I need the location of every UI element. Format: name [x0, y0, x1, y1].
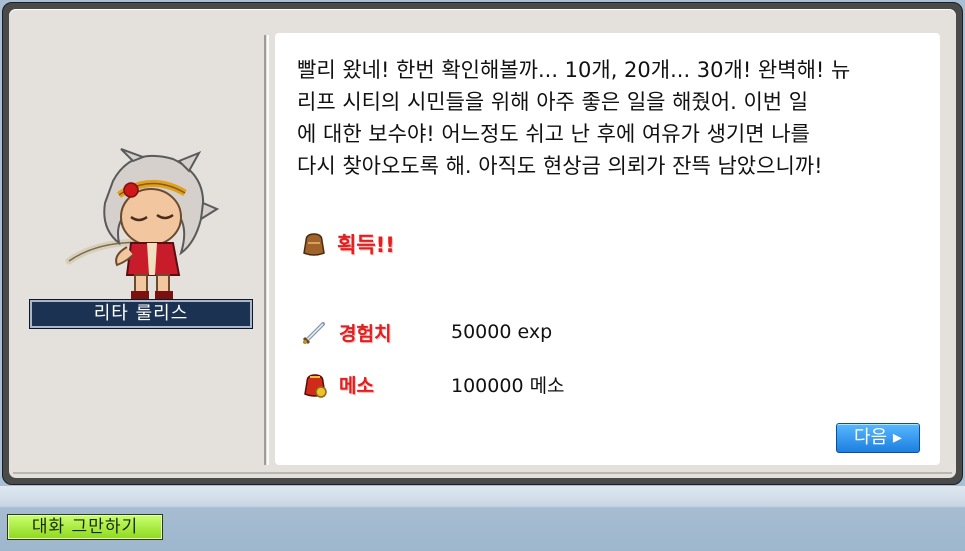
npc-name-tag: 리타 룰리스 [29, 299, 253, 329]
npc-portrait [65, 148, 220, 299]
reward-row-meso: 메소 100000 메소 [301, 369, 565, 399]
panel-divider [264, 35, 269, 465]
exp-label: 경험치 [339, 322, 392, 345]
reward-heading-label: 획득!! [337, 233, 395, 257]
reward-row-exp: 경험치 50000 exp [301, 317, 552, 347]
speech-line: 리프 시티의 시민들을 위해 아주 좋은 일을 해줬어. 이번 일 [297, 90, 809, 114]
item-bag-icon [303, 233, 325, 256]
speech-line: 에 대한 보수야! 어느정도 쉬고 난 후에 여유가 생기면 나를 [297, 122, 810, 146]
dialog-text-panel: 빨리 왔네! 한번 확인해볼까... 10개, 20개... 30개! 완벽해!… [275, 33, 940, 465]
sword-icon [302, 322, 325, 345]
npc-speech: 빨리 왔네! 한번 확인해볼까... 10개, 20개... 30개! 완벽해!… [297, 54, 925, 182]
meso-value: 100000 메소 [451, 374, 565, 397]
bottom-bar: 대화 그만하기 [0, 486, 965, 551]
exp-value: 50000 exp [451, 321, 553, 343]
speech-line: 빨리 왔네! 한번 확인해볼까... 10개, 20개... 30개! 완벽해!… [297, 58, 851, 82]
speech-line: 다시 찾아오도록 해. 아직도 현상금 의뢰가 잔뜩 남았으니까! [297, 154, 823, 178]
reward-heading: 획득!! [301, 229, 395, 259]
dialog-bottom-line [13, 472, 952, 474]
meso-bag-icon [304, 374, 327, 398]
meso-label: 메소 [339, 374, 374, 397]
npc-dialog-window: 리타 룰리스 빨리 왔네! 한번 확인해볼까... 10개, 20개... 30… [2, 2, 963, 485]
next-button[interactable]: 다음 ▸ [836, 423, 920, 453]
end-chat-button[interactable]: 대화 그만하기 [7, 514, 163, 540]
